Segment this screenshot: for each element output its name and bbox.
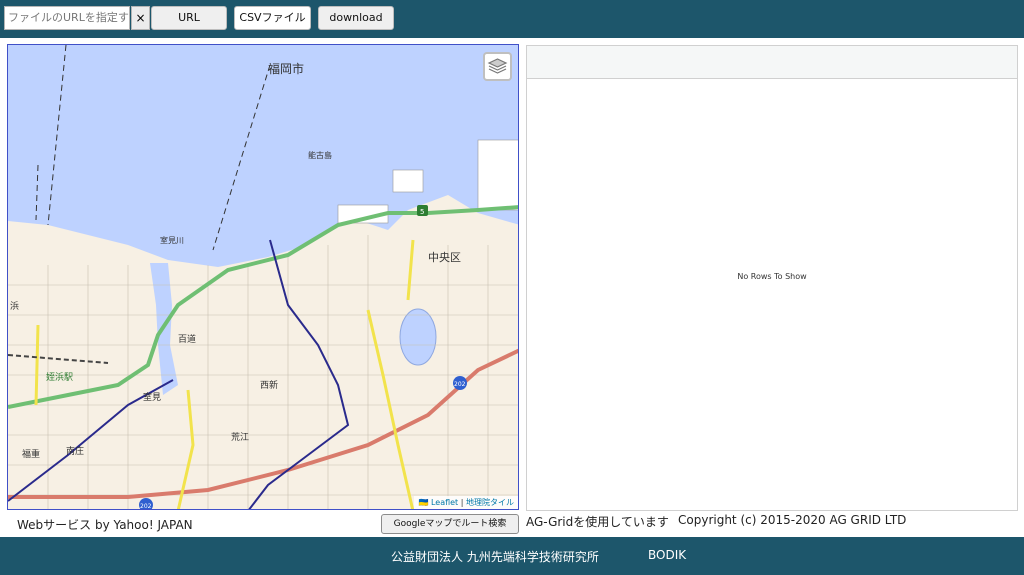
- label-river: 室見川: [160, 235, 184, 245]
- map-tiles: 福岡市 能古島 中央区 室見川 百道 西新 室見 荒江 南庄 福重 姪浜駅 浜 …: [8, 45, 518, 510]
- attribution-separator: |: [460, 498, 464, 507]
- url-input[interactable]: ファイルのURLを指定する: [4, 6, 130, 30]
- footer-organization[interactable]: 公益財団法人 九州先端科学技術研究所: [391, 548, 599, 565]
- url-button[interactable]: URL: [151, 6, 227, 30]
- ohori-pond: [399, 308, 437, 366]
- prefectural-road-a: [406, 239, 415, 301]
- label-station: 姪浜駅: [46, 371, 73, 383]
- leaflet-link[interactable]: Leaflet: [431, 498, 458, 507]
- map-attribution: 🇺🇦 Leaflet | 地理院タイル: [414, 496, 518, 509]
- ukraine-flag-icon: 🇺🇦: [418, 498, 429, 507]
- label-island: 能古島: [308, 150, 332, 160]
- label-expressway-marker: 5: [420, 208, 424, 216]
- data-grid[interactable]: No Rows To Show: [526, 45, 1018, 511]
- label-momochi: 百道: [178, 333, 196, 345]
- label-edge: 浜: [10, 301, 19, 312]
- layers-control-button[interactable]: [483, 52, 512, 81]
- top-toolbar: ファイルのURLを指定する × URL CSVファイル download: [0, 0, 1024, 38]
- gsi-tiles-link[interactable]: 地理院タイル: [466, 498, 514, 507]
- aggrid-credit: AG-Gridを使用しています: [526, 515, 669, 529]
- footer: 公益財団法人 九州先端科学技術研究所 BODIK: [0, 537, 1024, 575]
- grid-header: [527, 46, 1017, 79]
- prefectural-road-d: [34, 324, 40, 406]
- map-view[interactable]: 福岡市 能古島 中央区 室見川 百道 西新 室見 荒江 南庄 福重 姪浜駅 浜 …: [7, 44, 519, 510]
- label-fukushige: 福重: [22, 448, 40, 460]
- label-route-202-b: 202: [140, 503, 152, 510]
- label-route-202-a: 202: [454, 381, 466, 388]
- copyright-text: Copyright (c) 2015-2020 AG GRID LTD: [678, 513, 907, 527]
- yahoo-credit: Webサービス by Yahoo! JAPAN: [17, 518, 193, 532]
- grid-empty-message: No Rows To Show: [737, 272, 807, 281]
- csv-file-button[interactable]: CSVファイル: [234, 6, 311, 30]
- clear-url-button[interactable]: ×: [131, 6, 150, 30]
- label-city: 福岡市: [268, 61, 304, 76]
- layers-icon: [487, 58, 508, 74]
- label-nanso: 南庄: [66, 445, 84, 457]
- footer-bodik-link[interactable]: BODIK: [648, 548, 686, 562]
- sea-area: [8, 45, 518, 267]
- google-route-search-button[interactable]: Googleマップでルート検索: [381, 514, 519, 534]
- label-arae: 荒江: [231, 432, 249, 443]
- label-ward: 中央区: [428, 251, 461, 264]
- label-muromi: 室見: [143, 391, 161, 403]
- label-nishijin: 西新: [260, 379, 278, 391]
- national-road-202: [8, 348, 518, 499]
- download-button[interactable]: download: [318, 6, 394, 30]
